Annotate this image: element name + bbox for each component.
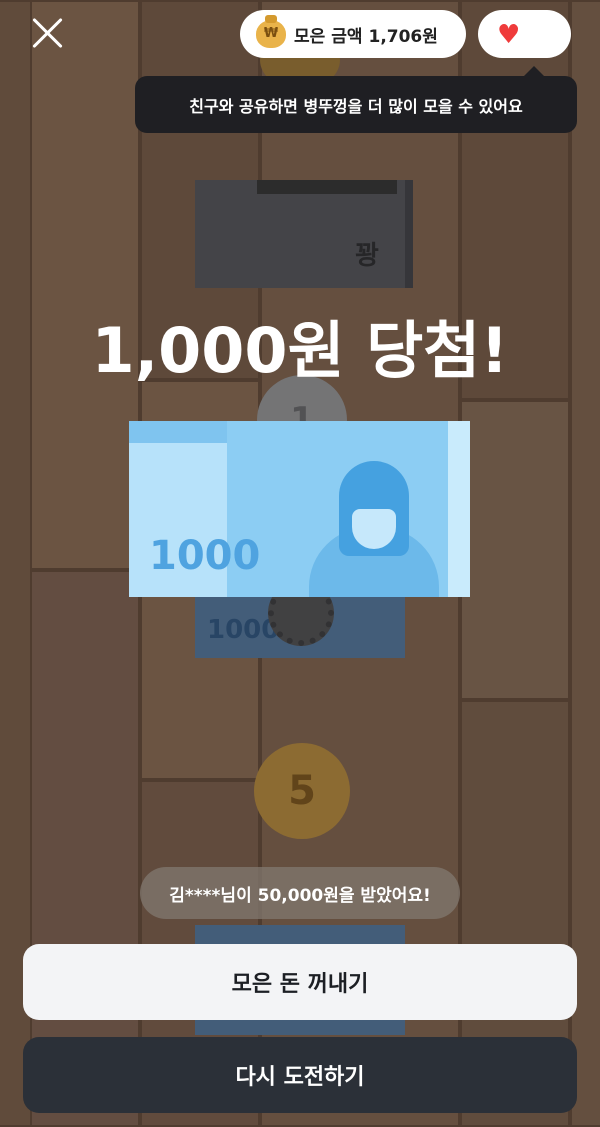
heart-icon: ♥: [497, 20, 521, 50]
share-tooltip: 친구와 공유하면 병뚜껑을 더 많이 모을 수 있어요: [135, 66, 577, 133]
portrait-icon: [309, 461, 439, 597]
win-title: 1,000원 당첨!: [91, 314, 509, 387]
won-bill-image: 1000: [129, 421, 470, 597]
collected-amount-pill[interactable]: ₩ 모은 금액 1,706원: [240, 10, 466, 58]
retry-button[interactable]: 다시 도전하기: [23, 1037, 577, 1113]
bill-amount: 1000: [149, 533, 261, 579]
share-heart-button[interactable]: ♥: [478, 10, 571, 58]
collected-amount-value: 1,706원: [368, 26, 438, 47]
winner-feed-message: 김****님이 50,000원을 받았어요!: [140, 867, 460, 919]
close-icon[interactable]: [27, 12, 69, 54]
money-bag-icon: ₩: [256, 15, 286, 48]
collected-amount-label: 모은 금액: [294, 26, 363, 47]
withdraw-money-button[interactable]: 모은 돈 꺼내기: [23, 944, 577, 1020]
